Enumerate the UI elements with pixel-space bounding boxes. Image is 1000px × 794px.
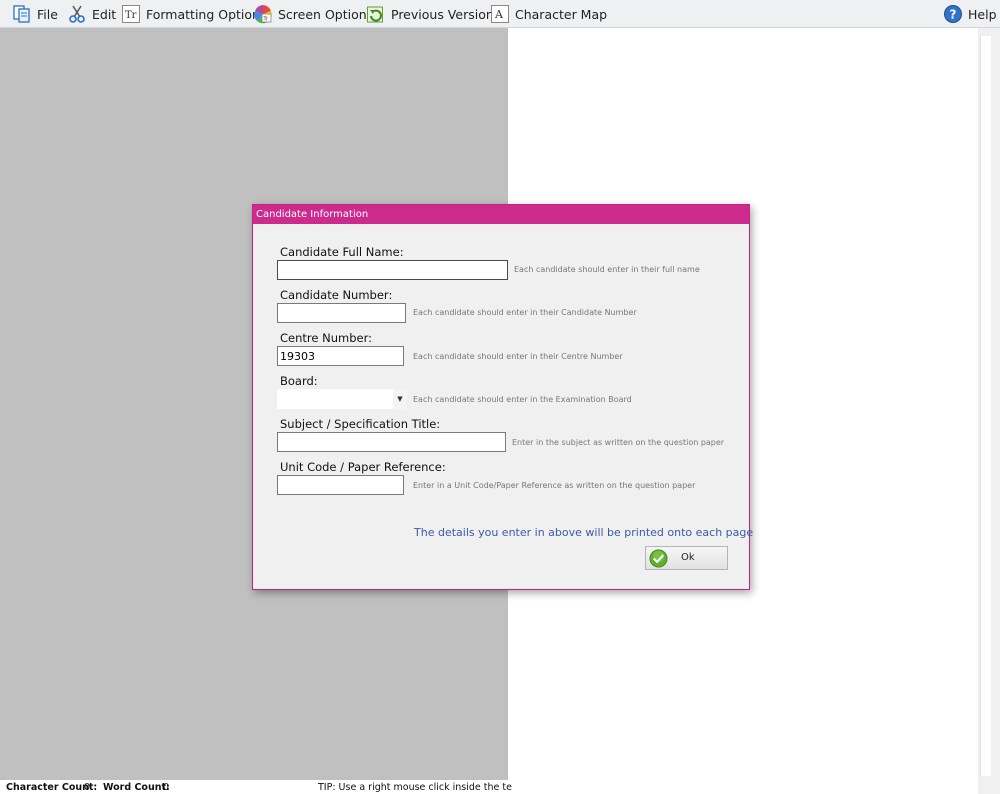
restore-icon bbox=[367, 6, 383, 23]
svg-text:Tr: Tr bbox=[263, 17, 269, 23]
menu-character-map[interactable]: A Character Map bbox=[490, 3, 607, 25]
centre-number-hint: Each candidate should enter in their Cen… bbox=[413, 352, 623, 361]
svg-text:A: A bbox=[494, 8, 504, 21]
menu-file-label: File bbox=[37, 6, 58, 22]
color-wheel-icon: Tr bbox=[254, 5, 272, 24]
menu-file[interactable]: File bbox=[12, 3, 58, 25]
full-name-hint: Each candidate should enter in their ful… bbox=[514, 265, 700, 274]
svg-text:Tr: Tr bbox=[125, 10, 137, 21]
text-format-icon: Tr bbox=[122, 5, 140, 23]
word-count-label: Word Count: bbox=[103, 782, 170, 793]
file-icon bbox=[13, 5, 30, 23]
scrollbar-thumb[interactable] bbox=[980, 36, 991, 776]
status-bar: Character Count: 0 Word Count: 0 TIP: Us… bbox=[0, 780, 512, 794]
dialog-title[interactable]: Candidate Information bbox=[253, 205, 749, 224]
menu-bar: File Edit Tr Formatting Options Tr Scree… bbox=[0, 0, 1000, 28]
candidate-number-label: Candidate Number: bbox=[280, 288, 393, 302]
menu-previous-versions[interactable]: Previous Versions bbox=[366, 3, 500, 25]
scissors-icon bbox=[69, 5, 85, 23]
menu-screen-options[interactable]: Tr Screen Options bbox=[253, 3, 373, 25]
board-hint: Each candidate should enter in the Exami… bbox=[413, 395, 632, 404]
unit-code-input[interactable] bbox=[277, 475, 404, 495]
tip-text: TIP: Use a right mouse click inside the … bbox=[318, 782, 512, 793]
centre-number-input[interactable] bbox=[277, 346, 404, 366]
checkmark-icon bbox=[649, 549, 668, 568]
subject-hint: Enter in the subject as written on the q… bbox=[512, 438, 725, 447]
menu-help-label: Help bbox=[968, 6, 997, 22]
svg-text:?: ? bbox=[950, 8, 957, 22]
full-name-label: Candidate Full Name: bbox=[280, 245, 404, 259]
print-notice: The details you enter in above will be p… bbox=[414, 526, 754, 539]
unit-code-hint: Enter in a Unit Code/Paper Reference as … bbox=[413, 481, 696, 490]
unit-code-label: Unit Code / Paper Reference: bbox=[280, 460, 446, 474]
subject-input[interactable] bbox=[277, 432, 506, 452]
candidate-information-dialog: Candidate Information Candidate Full Nam… bbox=[252, 204, 754, 590]
menu-charmap-label: Character Map bbox=[515, 6, 608, 22]
word-count-value: 0 bbox=[163, 782, 170, 793]
menu-edit-label: Edit bbox=[92, 6, 117, 22]
full-name-input[interactable] bbox=[277, 260, 508, 280]
subject-label: Subject / Specification Title: bbox=[280, 417, 441, 431]
board-select[interactable]: ▼ bbox=[277, 389, 407, 409]
menu-versions-label: Previous Versions bbox=[391, 6, 501, 22]
candidate-number-hint: Each candidate should enter in their Can… bbox=[413, 308, 637, 317]
character-map-icon: A bbox=[491, 5, 509, 23]
menu-formatting-label: Formatting Options bbox=[146, 6, 267, 22]
candidate-number-input[interactable] bbox=[277, 303, 406, 323]
dropdown-arrow-icon[interactable]: ▼ bbox=[393, 389, 407, 409]
board-label: Board: bbox=[280, 374, 318, 388]
help-icon: ? bbox=[944, 5, 962, 23]
ok-button[interactable]: Ok bbox=[645, 546, 728, 570]
character-count-value: 0 bbox=[84, 782, 91, 793]
ok-button-label: Ok bbox=[681, 552, 695, 563]
menu-help[interactable]: ? Help bbox=[943, 3, 997, 25]
menu-screen-label: Screen Options bbox=[278, 6, 374, 22]
menu-edit[interactable]: Edit bbox=[67, 3, 116, 25]
centre-number-label: Centre Number: bbox=[280, 331, 372, 345]
menu-formatting-options[interactable]: Tr Formatting Options bbox=[121, 3, 266, 25]
